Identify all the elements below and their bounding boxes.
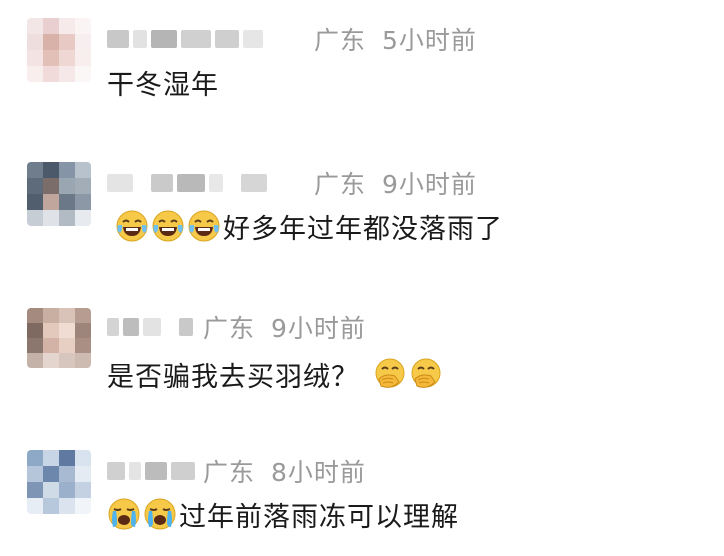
- timestamp: 9小时前: [382, 170, 477, 199]
- username-blurred[interactable]: [107, 24, 263, 54]
- loudly-crying-emoji: [107, 497, 141, 531]
- comment-meta: 广东 5小时前: [314, 24, 477, 55]
- comment-meta: 广东 8小时前: [203, 456, 366, 487]
- hand-over-mouth-emoji: [373, 357, 407, 391]
- location-label: 广东: [203, 458, 256, 487]
- timestamp: 9小时前: [271, 314, 366, 343]
- username-blurred[interactable]: [107, 168, 267, 198]
- comment-text: 好多年过年都没落雨了: [115, 208, 503, 245]
- comment-text-body: 是否骗我去买羽绒？: [107, 361, 359, 393]
- location-label: 广东: [314, 170, 367, 199]
- comment-text-body: 过年前落雨冻可以理解: [179, 501, 459, 533]
- tears-of-joy-emoji: [115, 209, 149, 243]
- comment-meta: 广东 9小时前: [314, 168, 477, 199]
- loudly-crying-emoji: [143, 497, 177, 531]
- comment-text-body: 干冬湿年: [107, 69, 219, 101]
- username-blurred[interactable]: [107, 456, 195, 486]
- location-label: 广东: [203, 314, 256, 343]
- hand-over-mouth-emoji: [409, 357, 443, 391]
- avatar[interactable]: [27, 308, 91, 368]
- avatar[interactable]: [27, 450, 91, 514]
- location-label: 广东: [314, 26, 367, 55]
- timestamp: 5小时前: [382, 26, 477, 55]
- username-blurred[interactable]: [107, 312, 193, 342]
- comment-text-body: 好多年过年都没落雨了: [223, 213, 503, 245]
- comment-text: 干冬湿年: [107, 64, 219, 101]
- tears-of-joy-emoji: [187, 209, 221, 243]
- comment-text: 过年前落雨冻可以理解: [107, 496, 459, 533]
- avatar[interactable]: [27, 18, 91, 82]
- tears-of-joy-emoji: [151, 209, 185, 243]
- timestamp: 8小时前: [271, 458, 366, 487]
- comment-meta: 广东 9小时前: [203, 312, 366, 343]
- avatar[interactable]: [27, 162, 91, 226]
- comment-text: 是否骗我去买羽绒？: [107, 356, 445, 393]
